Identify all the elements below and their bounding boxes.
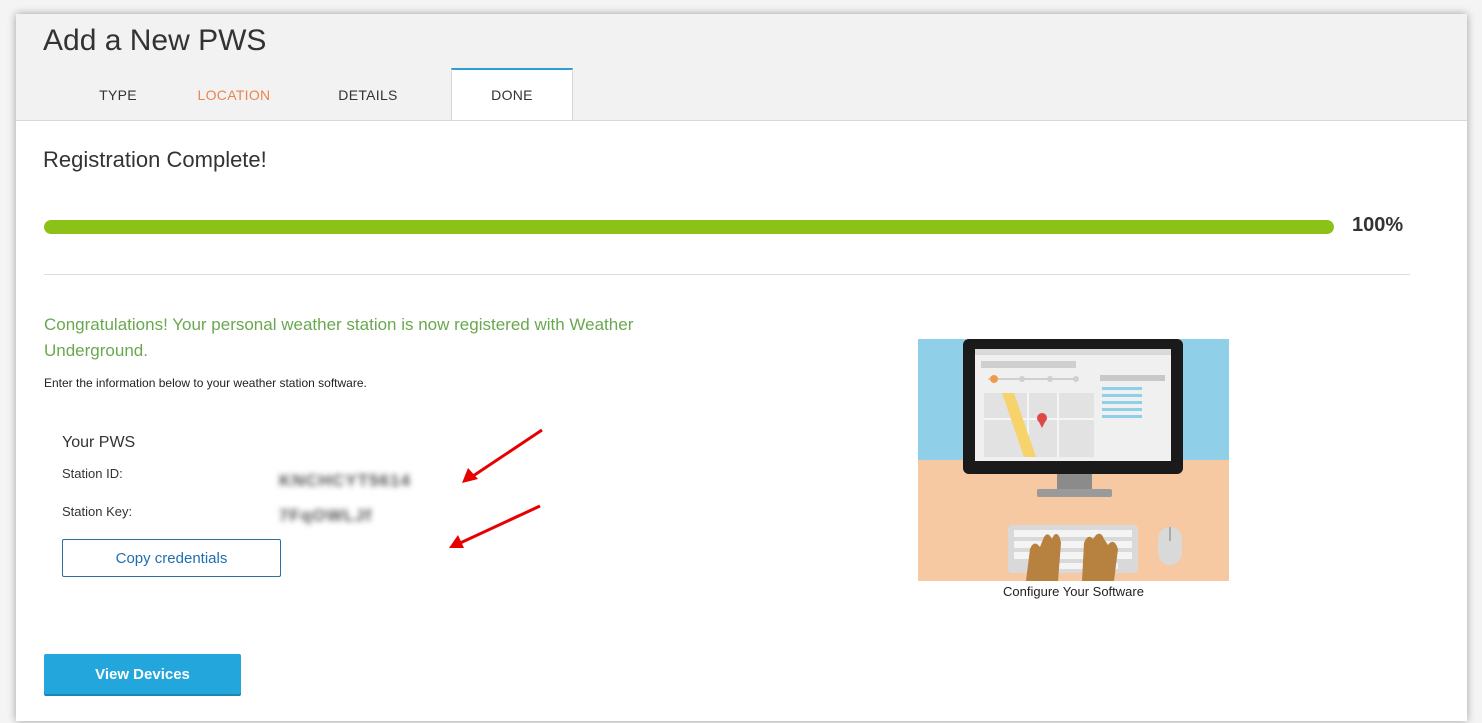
illustration-caption: Configure Your Software bbox=[1003, 584, 1144, 599]
progress-percent: 100% bbox=[1352, 214, 1404, 236]
station-key-label: Station Key: bbox=[62, 504, 133, 519]
tab-done[interactable]: DONE bbox=[451, 68, 573, 120]
station-id-value: KNCHCYT5614 bbox=[279, 471, 411, 490]
your-pws-heading: Your PWS bbox=[62, 434, 136, 451]
station-id-label: Station ID: bbox=[62, 466, 123, 481]
tab-location[interactable]: LOCATION bbox=[188, 70, 280, 120]
station-key-value: 7FqOWLJf bbox=[279, 506, 372, 525]
registration-complete-title: Registration Complete! bbox=[43, 147, 267, 172]
configure-software-illustration bbox=[918, 339, 1229, 581]
tab-type[interactable]: TYPE bbox=[78, 70, 158, 120]
tab-details[interactable]: DETAILS bbox=[322, 70, 414, 120]
page-title: Add a New PWS bbox=[43, 24, 267, 57]
progress-bar bbox=[44, 220, 1334, 234]
annotation-arrow-icon bbox=[462, 428, 543, 483]
view-devices-button[interactable]: View Devices bbox=[44, 654, 241, 694]
congratulations-message: Congratulations! Your personal weather s… bbox=[44, 315, 634, 360]
page-header: Add a New PWS TYPE LOCATION DETAILS DONE bbox=[16, 14, 1467, 121]
annotation-arrow-icon bbox=[449, 504, 541, 548]
copy-credentials-button[interactable]: Copy credentials bbox=[62, 539, 281, 577]
divider bbox=[44, 274, 1410, 275]
wizard-tabs: TYPE LOCATION DETAILS DONE bbox=[16, 68, 1467, 121]
registration-card: Add a New PWS TYPE LOCATION DETAILS DONE… bbox=[16, 14, 1467, 721]
instruction-text: Enter the information below to your weat… bbox=[44, 376, 367, 390]
progress-bar-fill bbox=[44, 220, 1334, 234]
